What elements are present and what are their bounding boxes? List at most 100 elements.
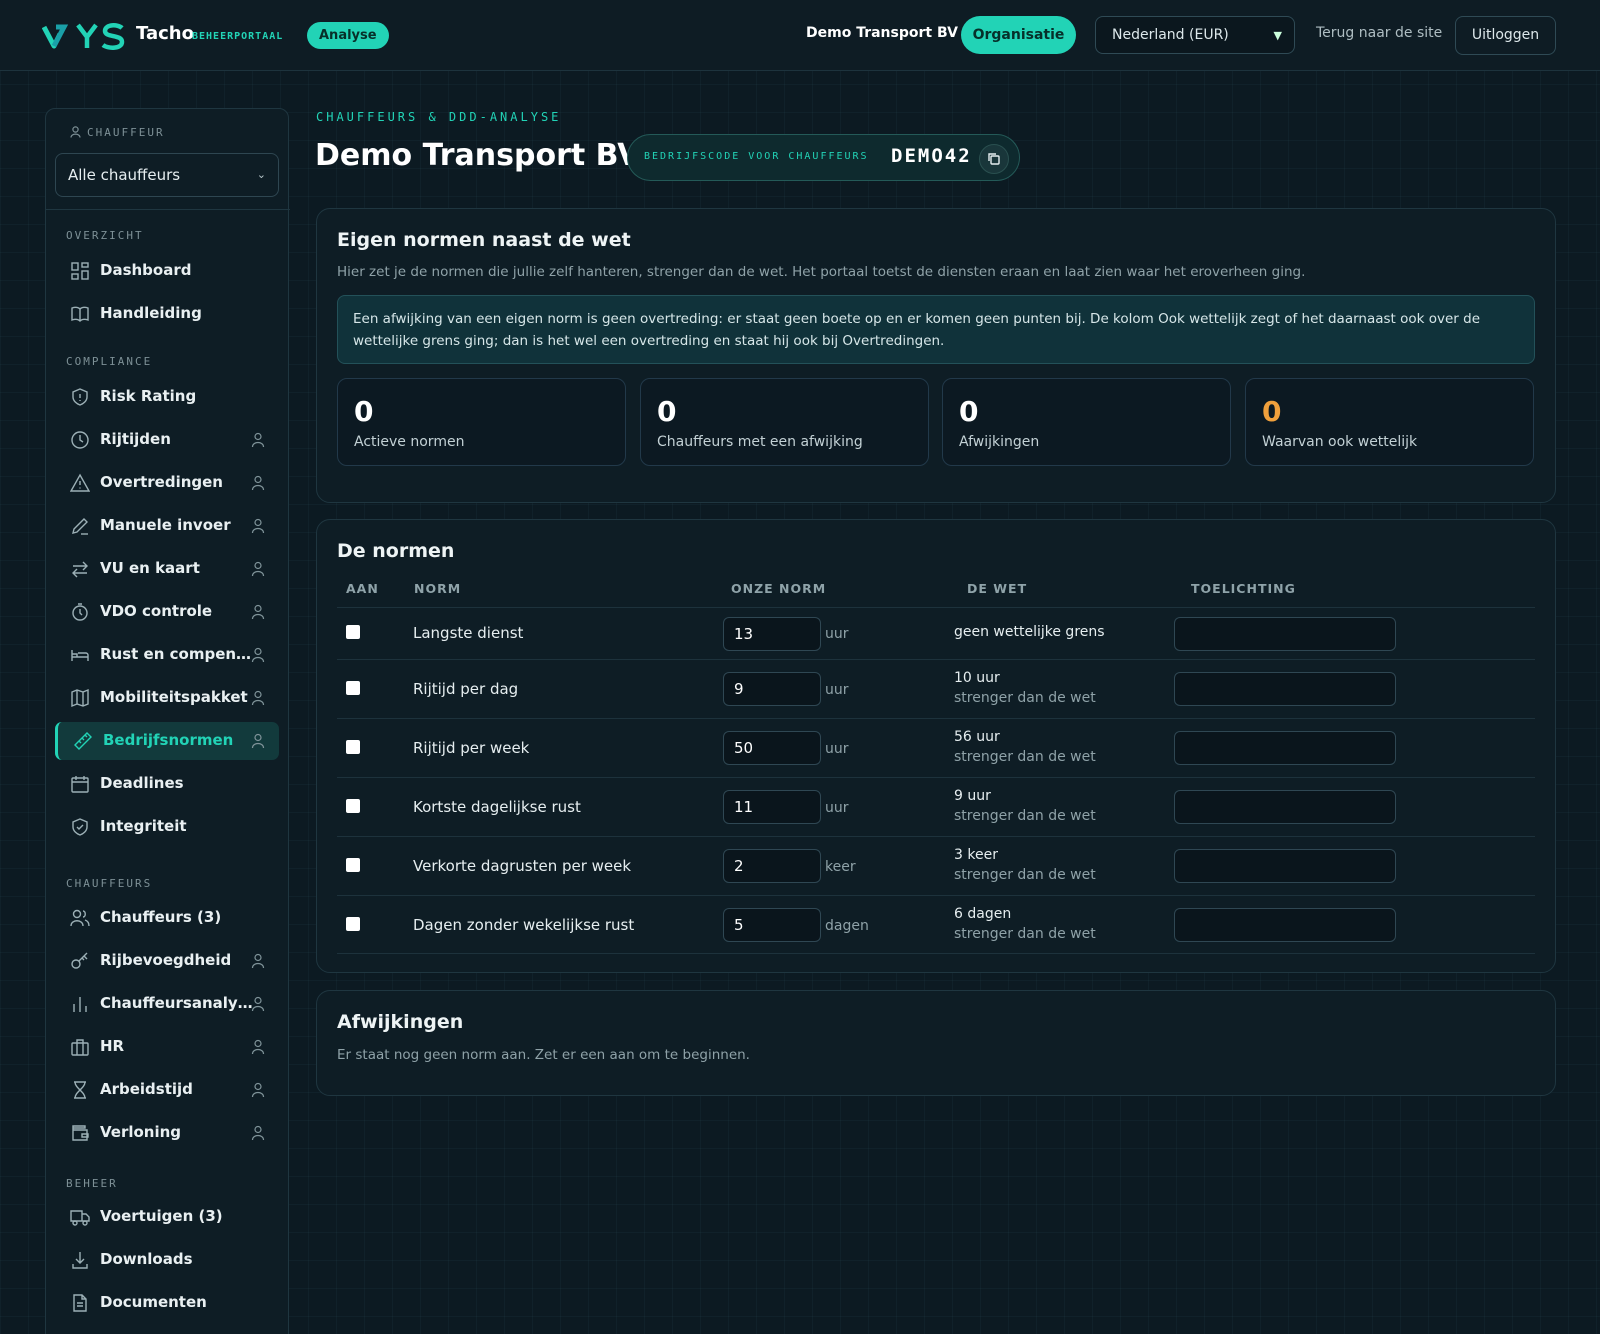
table-row: Rijtijd per dag 9 uur 10 uur strenger da… (337, 659, 1535, 718)
sidebar-item-label: Chauffeurs (3) (100, 908, 222, 926)
norm-unit: dagen (825, 918, 869, 934)
analyse-badge[interactable]: Analyse (307, 22, 389, 49)
download-icon (72, 1252, 88, 1269)
column-header: TOELICHTING (1191, 581, 1296, 596)
hourglass-icon (74, 1081, 86, 1099)
chevron-down-icon: ⌄ (256, 168, 266, 181)
sidebar-item-risk-rating[interactable]: Risk Rating (55, 378, 279, 416)
sidebar-item-dashboard[interactable]: Dashboard (55, 252, 279, 290)
sidebar-item-documenten[interactable]: Documenten (55, 1284, 279, 1322)
sidebar-item-voertuigen[interactable]: Voertuigen (3) (55, 1198, 279, 1236)
norm-value-input[interactable]: 5 (723, 908, 821, 942)
stat-card: 0 Chauffeurs met een afwijking (640, 378, 929, 466)
sidebar-item-label: Handleiding (100, 304, 202, 322)
sidebar-item-label: Voertuigen (3) (100, 1207, 223, 1225)
copy-icon (988, 153, 1000, 165)
explanation-input[interactable] (1174, 617, 1396, 651)
norms-intro-title: Eigen normen naast de wet (337, 229, 631, 251)
table-row: Verkorte dagrusten per week 2 keer 3 kee… (337, 836, 1535, 895)
enable-checkbox[interactable] (346, 858, 360, 872)
norm-value-input[interactable]: 13 (723, 617, 821, 651)
sidebar-item-chauffeurs[interactable]: Chauffeurs (3) (55, 899, 279, 937)
sidebar-item-verloning[interactable]: Verloning (55, 1114, 279, 1152)
truck-icon (70, 1210, 90, 1226)
sidebar-item-mobiliteitspakket[interactable]: Mobiliteitspakket (55, 679, 279, 717)
driver-select[interactable]: Alle chauffeurs ⌄ (55, 153, 279, 197)
driver-filter-label-text: CHAUFFEUR (87, 126, 165, 139)
sidebar-item-chauffeursanalyse[interactable]: Chauffeursanaly… (55, 985, 279, 1023)
norm-value-input[interactable]: 9 (723, 672, 821, 706)
explanation-input[interactable] (1174, 849, 1396, 883)
back-to-site-link[interactable]: Terug naar de site (1316, 25, 1442, 41)
sidebar-item-handleiding[interactable]: Handleiding (55, 295, 279, 333)
sidebar-item-label: Documenten (100, 1293, 207, 1311)
sidebar-item-hr[interactable]: HR (55, 1028, 279, 1066)
norm-name: Rijtijd per dag (413, 680, 519, 698)
driver-filter-label: CHAUFFEUR (70, 126, 165, 139)
sidebar-item-label: Overtredingen (100, 473, 223, 491)
bed-icon (71, 650, 89, 661)
calendar-icon (71, 776, 89, 793)
law-value: 3 keer (954, 847, 998, 863)
sidebar-item-downloads[interactable]: Downloads (55, 1241, 279, 1279)
column-header: AAN (346, 581, 379, 596)
section-beheer: BEHEER (66, 1177, 118, 1190)
stat-value: 0 (657, 395, 677, 428)
column-header: NORM (414, 581, 462, 596)
norm-unit: uur (825, 682, 849, 698)
sidebar-item-rijbevoegdheid[interactable]: Rijbevoegdheid (55, 942, 279, 980)
stat-card: 0 Waarvan ook wettelijk (1245, 378, 1534, 466)
sidebar-item-rust-en-compensatie[interactable]: Rust en compen… (55, 636, 279, 674)
sidebar-item-arbeidstijd[interactable]: Arbeidstijd (55, 1071, 279, 1109)
brand-name: Tacho (136, 23, 194, 44)
table-row: Langste dienst 13 uur geen wettelijke gr… (337, 607, 1535, 659)
sidebar-item-vu-en-kaart[interactable]: VU en kaart (55, 550, 279, 588)
sidebar-item-label: Dashboard (100, 261, 192, 279)
norm-value-input[interactable]: 50 (723, 731, 821, 765)
norm-value-input[interactable]: 2 (723, 849, 821, 883)
shield-icon (72, 388, 88, 406)
norms-table-card: De normen AAN NORM ONZE NORM DE WET TOEL… (316, 519, 1556, 973)
sidebar-item-vdo-controle[interactable]: VDO controle (55, 593, 279, 631)
sidebar-item-label: HR (100, 1037, 125, 1055)
warning-icon (70, 473, 90, 492)
column-header: ONZE NORM (731, 581, 827, 596)
page-title: Demo Transport BV (315, 138, 641, 173)
ruler-icon (74, 732, 92, 750)
explanation-input[interactable] (1174, 790, 1396, 824)
person-icon (251, 518, 265, 534)
norm-value-input[interactable]: 11 (723, 790, 821, 824)
explanation-input[interactable] (1174, 672, 1396, 706)
sidebar-item-label: Mobiliteitspakket (100, 688, 248, 706)
sidebar-item-bedrijfsnormen[interactable]: Bedrijfsnormen (55, 722, 279, 760)
enable-checkbox[interactable] (346, 681, 360, 695)
stat-label: Actieve normen (354, 434, 465, 450)
norms-intro-description: Hier zet je de normen die jullie zelf ha… (337, 264, 1306, 280)
key-icon (71, 952, 88, 969)
copy-button[interactable] (979, 144, 1009, 174)
norm-name: Kortste dagelijkse rust (413, 798, 581, 816)
law-value: 56 uur (954, 729, 1000, 745)
explanation-input[interactable] (1174, 908, 1396, 942)
enable-checkbox[interactable] (346, 799, 360, 813)
enable-checkbox[interactable] (346, 740, 360, 754)
sidebar-item-deadlines[interactable]: Deadlines (55, 765, 279, 803)
portal-label: BEHEERPORTAAL (192, 31, 284, 42)
sidebar-item-integriteit[interactable]: Integriteit (55, 808, 279, 846)
country-select[interactable]: Nederland (EUR) ▼ (1095, 16, 1295, 54)
person-icon (251, 561, 265, 577)
sidebar-item-rijtijden[interactable]: Rijtijden (55, 421, 279, 459)
enable-checkbox[interactable] (346, 917, 360, 931)
organisatie-button[interactable]: Organisatie (961, 16, 1076, 54)
users-icon (70, 909, 90, 927)
sidebar-item-label: Deadlines (100, 774, 184, 792)
table-row: Dagen zonder wekelijkse rust 5 dagen 6 d… (337, 895, 1535, 954)
person-icon (251, 432, 265, 448)
explanation-input[interactable] (1174, 731, 1396, 765)
sidebar-item-manuele-invoer[interactable]: Manuele invoer (55, 507, 279, 545)
norm-name: Rijtijd per week (413, 739, 530, 757)
logout-button[interactable]: Uitloggen (1455, 16, 1556, 55)
enable-checkbox[interactable] (346, 625, 360, 639)
deviations-card: Afwijkingen Er staat nog geen norm aan. … (316, 990, 1556, 1096)
sidebar-item-overtredingen[interactable]: Overtredingen (55, 464, 279, 502)
